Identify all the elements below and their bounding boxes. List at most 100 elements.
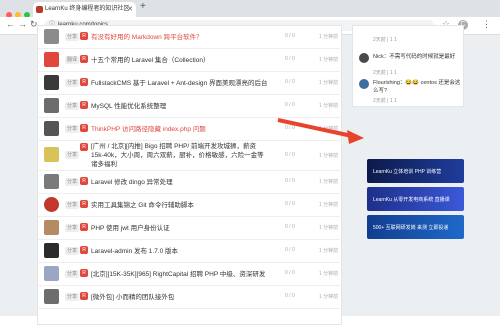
topic-stats: 0 / 0: [285, 125, 295, 131]
topic-title[interactable]: Laravel-admin 发布 1.7.0 版本: [91, 245, 178, 255]
ad-banner[interactable]: LearnKu 从零开发电商系统 直播课: [367, 187, 464, 211]
avatar[interactable]: [359, 53, 369, 63]
avatar[interactable]: [44, 52, 59, 67]
category-badge[interactable]: 分享: [65, 201, 80, 209]
category-badge[interactable]: 分享: [65, 125, 80, 133]
topic-stats: 0 / 0: [285, 201, 295, 207]
avatar[interactable]: [44, 174, 59, 189]
avatar[interactable]: [44, 220, 59, 235]
topic-time: 1 分钟前: [319, 179, 339, 185]
topic-time: 1 分钟前: [319, 202, 339, 208]
reply-meta: 2天前 | 1 1: [373, 37, 397, 43]
category-badge[interactable]: 分享: [65, 270, 80, 278]
back-icon[interactable]: ←: [6, 19, 15, 29]
topic-title[interactable]: Laravel 修改 dingo 异常处理: [91, 176, 173, 186]
topic-title[interactable]: 有没有好用的 Markdown 跨平台软件？: [91, 31, 203, 41]
favicon-icon: [36, 6, 43, 13]
reply-meta: 2天前 | 1 1: [373, 70, 397, 76]
topic-row[interactable]: 分享 R 实用工具集锦之 Git 命令行辅助脚本 0 / 0 1 分钟前: [38, 194, 343, 217]
topic-tag-icon: R: [80, 269, 88, 277]
topic-time: 1 分钟前: [319, 103, 339, 109]
topic-tag-icon: R: [80, 78, 88, 86]
topic-tag-icon: R: [80, 223, 88, 231]
topic-title[interactable]: PHP 使用 jwt 用户身份认证: [91, 222, 170, 232]
forward-icon[interactable]: →: [18, 19, 27, 29]
topic-tag-icon: R: [80, 143, 88, 151]
category-badge[interactable]: 分享: [65, 33, 80, 41]
topic-tag-icon: R: [80, 124, 88, 132]
topic-row[interactable]: 分享 R [微外包] 小而精的团队接外包 0 / 0 1 分钟前: [38, 286, 343, 309]
reply-text[interactable]: Nick：不需写代码的时候就是最好: [373, 53, 461, 61]
topic-list: 分享 R 有没有好用的 Markdown 跨平台软件？ 0 / 0 1 分钟前 …: [37, 25, 343, 325]
topic-row[interactable]: 分享 R Laravel-admin 发布 1.7.0 版本 0 / 0 1 分…: [38, 240, 343, 263]
ad-banner[interactable]: LearnKu 立体培训 PHP 训练营: [367, 159, 464, 183]
avatar[interactable]: [44, 197, 59, 212]
category-badge[interactable]: 分享: [65, 178, 80, 186]
topic-time: 1 分钟前: [319, 271, 339, 277]
category-badge[interactable]: 分享: [65, 102, 80, 110]
topic-title[interactable]: FullstackCMS 基于 Laravel + Ant-design 界面美…: [91, 77, 267, 87]
ad-banner[interactable]: 500+ 互联网研发岗 来测 立即投递: [367, 215, 464, 239]
new-tab-button[interactable]: +: [140, 1, 146, 12]
close-icon[interactable]: ✕: [127, 2, 133, 17]
topic-title[interactable]: 实用工具集锦之 Git 命令行辅助脚本: [91, 199, 194, 209]
topic-time: 1 分钟前: [319, 294, 339, 300]
reply-item[interactable]: Nick：不需写代码的时候就是最好 2天前 | 1 1: [359, 53, 459, 77]
topic-tag-icon: R: [80, 55, 88, 63]
topic-tag-icon: R: [80, 101, 88, 109]
topic-title[interactable]: [广州 / 北京][内推] Bigo 招聘 PHP/ 前端开发攻城狮，薪资 15…: [91, 142, 269, 169]
topic-stats: 0 / 0: [285, 56, 295, 62]
tab-bar: LearnKu 终身编程者的知识社区 ✕ +: [0, 0, 500, 18]
category-badge[interactable]: 分享: [65, 79, 80, 87]
topic-stats: 0 / 0: [285, 270, 295, 276]
reply-text[interactable]: Flourishing：😂😂 centos 还是会这么写?: [373, 79, 461, 95]
topic-stats: 0 / 0: [285, 293, 295, 299]
menu-icon[interactable]: ⋮: [482, 19, 491, 30]
topic-tag-icon: R: [80, 177, 88, 185]
topic-row[interactable]: 分享 R [北京][15K-35K][965] RightCapital 招聘 …: [38, 263, 343, 286]
topic-stats: 0 / 0: [285, 224, 295, 230]
topic-tag-icon: R: [80, 292, 88, 300]
topic-tag-icon: R: [80, 32, 88, 40]
topic-title[interactable]: ThinkPHP 访问路径隐藏 index.php 问题: [91, 123, 206, 133]
avatar[interactable]: [44, 29, 59, 44]
topic-row[interactable]: 分享 R MySQL 性能优化系统整理 0 / 0 1 分钟前: [38, 95, 343, 118]
avatar[interactable]: [44, 98, 59, 113]
avatar[interactable]: [44, 121, 59, 136]
avatar[interactable]: [44, 266, 59, 281]
category-badge[interactable]: 分享: [65, 151, 80, 159]
topic-row[interactable]: 翻译 R 十五个常用的 Laravel 集合（Collection） 0 / 0…: [38, 49, 343, 72]
topic-row[interactable]: 分享 R ThinkPHP 访问路径隐藏 index.php 问题 0 / 0 …: [38, 118, 343, 141]
topic-time: 1 分钟前: [319, 80, 339, 86]
topic-title[interactable]: 十五个常用的 Laravel 集合（Collection）: [91, 54, 209, 64]
topic-row[interactable]: 分享 R Laravel 修改 dingo 异常处理 0 / 0 1 分钟前: [38, 171, 343, 194]
topic-time: 1 分钟前: [319, 34, 339, 40]
topic-stats: 0 / 0: [285, 152, 295, 158]
reply-item[interactable]: 2天前 | 1 1: [359, 32, 459, 50]
banner-text: LearnKu 从零开发电商系统 直播课: [373, 197, 450, 203]
avatar[interactable]: [44, 75, 59, 90]
topic-stats: 0 / 0: [285, 102, 295, 108]
avatar[interactable]: [359, 79, 369, 89]
topic-title[interactable]: MySQL 性能优化系统整理: [91, 100, 166, 110]
reply-meta: 2天前 | 1 1: [373, 98, 397, 104]
reply-item[interactable]: Flourishing：😂😂 centos 还是会这么写? 2天前 | 1 1: [359, 79, 461, 105]
banner-text: LearnKu 立体培训 PHP 训练营: [373, 169, 442, 175]
sidebar: 2天前 | 1 1 Nick：不需写代码的时候就是最好 2天前 | 1 1 Fl…: [352, 25, 464, 325]
topic-title[interactable]: [北京][15K-35K][965] RightCapital 招聘 PHP 中…: [91, 268, 265, 278]
category-badge[interactable]: 分享: [65, 247, 80, 255]
avatar[interactable]: [44, 147, 59, 162]
avatar[interactable]: [44, 243, 59, 258]
topic-title[interactable]: [微外包] 小而精的团队接外包: [91, 291, 174, 301]
topic-row[interactable]: 分享 R FullstackCMS 基于 Laravel + Ant-desig…: [38, 72, 343, 95]
topic-stats: 0 / 0: [285, 79, 295, 85]
tab-title: LearnKu 终身编程者的知识社区: [45, 6, 130, 12]
avatar[interactable]: [44, 289, 59, 304]
category-badge[interactable]: 翻译: [65, 56, 80, 64]
topic-row[interactable]: 分享 R [广州 / 北京][内推] Bigo 招聘 PHP/ 前端开发攻城狮，…: [38, 141, 343, 171]
category-badge[interactable]: 分享: [65, 224, 80, 232]
category-badge[interactable]: 分享: [65, 293, 80, 301]
topic-row[interactable]: 分享 R PHP 使用 jwt 用户身份认证 0 / 0 1 分钟前: [38, 217, 343, 240]
browser-tab[interactable]: LearnKu 终身编程者的知识社区 ✕: [33, 2, 136, 17]
topic-row[interactable]: 分享 R 有没有好用的 Markdown 跨平台软件？ 0 / 0 1 分钟前: [38, 26, 343, 49]
